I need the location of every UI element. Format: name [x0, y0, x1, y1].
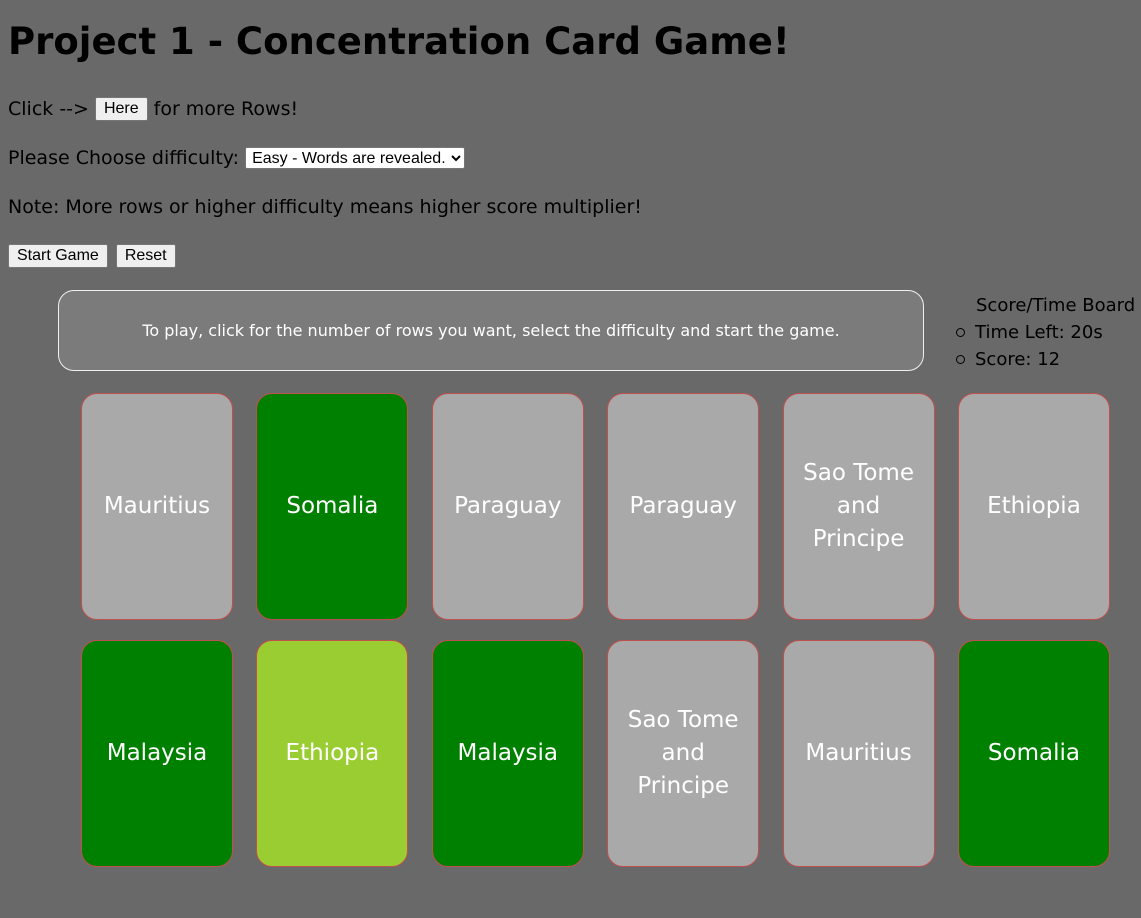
- card-label: Ethiopia: [285, 740, 380, 766]
- card-label: Paraguay: [629, 493, 737, 519]
- card-label: Ethiopia: [987, 493, 1081, 519]
- score-board-list: Time Left: 20s Score: 12: [955, 319, 1135, 373]
- difficulty-line: Please Choose difficulty: Easy - Words a…: [8, 147, 466, 169]
- card[interactable]: Paraguay: [607, 393, 760, 620]
- difficulty-label: Please Choose difficulty:: [8, 147, 240, 169]
- score-item: Score: 12: [955, 346, 1135, 373]
- card[interactable]: Sao Tome and Principe: [607, 640, 760, 867]
- time-left-item: Time Left: 20s: [955, 319, 1135, 346]
- card[interactable]: Mauritius: [81, 393, 233, 620]
- card-label: Paraguay: [454, 493, 562, 519]
- card[interactable]: Malaysia: [81, 640, 233, 867]
- card-label: Malaysia: [106, 740, 208, 766]
- time-left-text: Time Left: 20s: [975, 322, 1103, 343]
- note-line: Note: More rows or higher difficulty mea…: [8, 196, 642, 218]
- card[interactable]: Paraguay: [431, 393, 584, 620]
- bullet-icon: [956, 328, 965, 337]
- score-board-title: Score/Time Board: [976, 295, 1136, 316]
- card-label: Mauritius: [805, 740, 912, 766]
- game-page: Project 1 - Concentration Card Game! Cli…: [0, 0, 1141, 918]
- rows-suffix: for more Rows!: [153, 98, 299, 120]
- card[interactable]: Mauritius: [782, 640, 935, 867]
- message-box: To play, click for the number of rows yo…: [58, 290, 924, 371]
- card[interactable]: Ethiopia: [957, 393, 1110, 620]
- message-text: To play, click for the number of rows yo…: [142, 321, 840, 340]
- card-label: Somalia: [987, 740, 1080, 766]
- start-game-button[interactable]: Start Game: [8, 244, 108, 268]
- difficulty-select[interactable]: Easy - Words are revealed.: [245, 147, 466, 169]
- score-board: Score/Time Board Time Left: 20s Score: 1…: [955, 292, 1135, 373]
- rows-prefix: Click -->: [8, 98, 89, 120]
- card-label: Sao Tome and Principe: [627, 707, 739, 799]
- card[interactable]: Sao Tome and Principe: [782, 393, 935, 620]
- card-label: Somalia: [286, 493, 379, 519]
- card-label: Sao Tome and Principe: [803, 460, 914, 552]
- card[interactable]: Malaysia: [431, 640, 584, 867]
- more-rows-button[interactable]: Here: [94, 97, 148, 121]
- card[interactable]: Somalia: [957, 640, 1110, 867]
- page-title: Project 1 - Concentration Card Game!: [8, 20, 790, 63]
- score-text: Score: 12: [975, 349, 1061, 370]
- rows-line: Click --> Here for more Rows!: [8, 97, 298, 121]
- card[interactable]: Somalia: [256, 393, 409, 620]
- reset-button[interactable]: Reset: [115, 244, 176, 268]
- note-text: Note: More rows or higher difficulty mea…: [8, 196, 642, 218]
- card-label: Mauritius: [103, 493, 211, 519]
- card-label: Malaysia: [457, 740, 559, 766]
- game-controls: Start Game Reset: [8, 244, 176, 268]
- card-grid: Mauritius Somalia Paraguay Paraguay Sao …: [81, 393, 1110, 867]
- bullet-icon: [956, 355, 965, 364]
- card[interactable]: Ethiopia: [256, 640, 409, 867]
